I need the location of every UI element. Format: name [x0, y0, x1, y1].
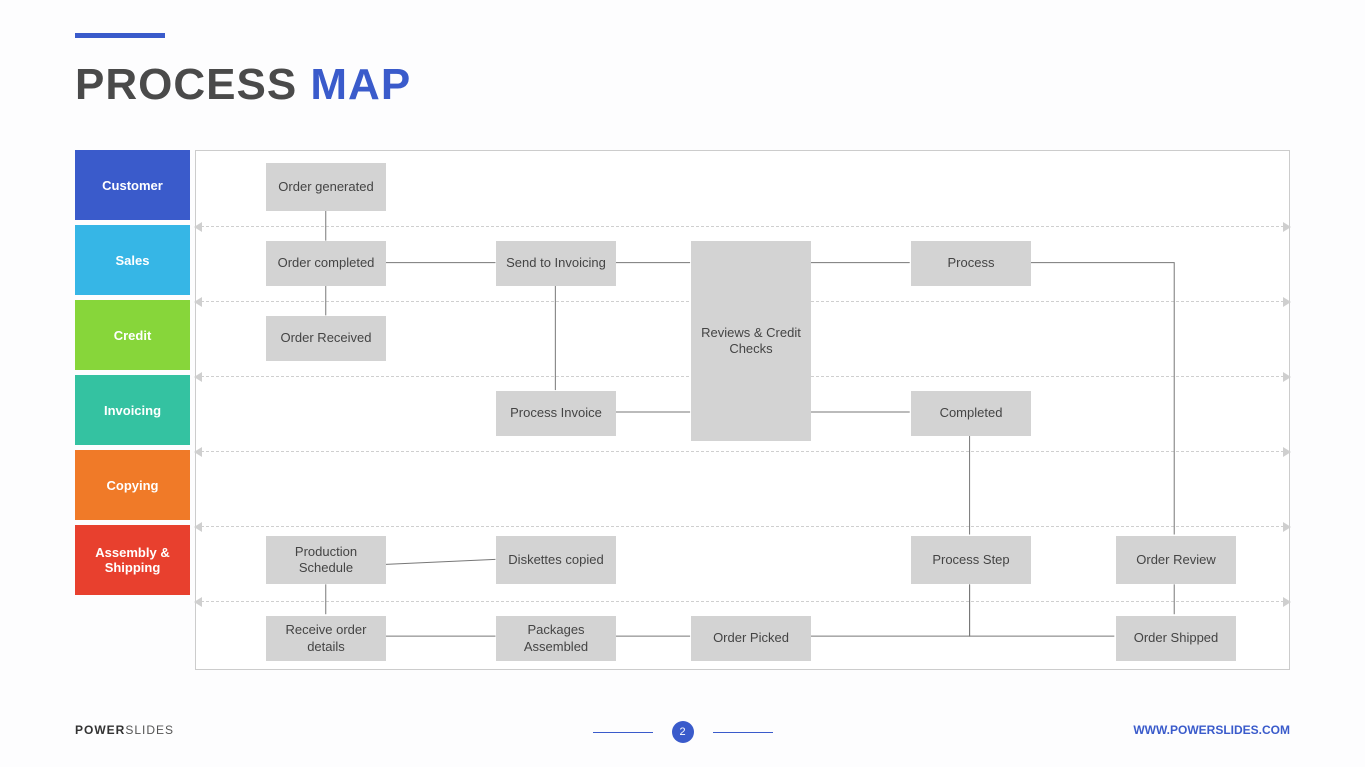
box-production-schedule: Production Schedule: [266, 536, 386, 584]
lane-shipping-label: Assembly & Shipping: [75, 525, 190, 595]
lane-invoicing-label: Invoicing: [75, 375, 190, 445]
footer-url: WWW.POWERSLIDES.COM: [1133, 723, 1290, 737]
box-process-invoice: Process Invoice: [496, 391, 616, 436]
footer-brand: POWERSLIDES: [75, 723, 174, 737]
box-completed: Completed: [911, 391, 1031, 436]
box-process-step: Process Step: [911, 536, 1031, 584]
box-order-review: Order Review: [1116, 536, 1236, 584]
box-receive-order-details: Receive order details: [266, 616, 386, 661]
page-number-badge: 2: [672, 721, 694, 743]
lane-sales-label: Sales: [75, 225, 190, 295]
page-title: PROCESS MAP: [75, 60, 411, 110]
box-order-shipped: Order Shipped: [1116, 616, 1236, 661]
lane-separator: [196, 601, 1289, 602]
lane-copying-label: Copying: [75, 450, 190, 520]
box-send-to-invoicing: Send to Invoicing: [496, 241, 616, 286]
slide: PROCESS MAP Customer Sales Credit Invoic…: [0, 0, 1365, 767]
box-packages-assembled: Packages Assembled: [496, 616, 616, 661]
box-reviews-credit-checks: Reviews & Credit Checks: [691, 241, 811, 441]
title-accent: [75, 33, 165, 38]
lane-separator: [196, 226, 1289, 227]
title-word-1: PROCESS: [75, 60, 297, 109]
box-order-picked: Order Picked: [691, 616, 811, 661]
footer-divider: [713, 732, 773, 733]
box-order-completed: Order completed: [266, 241, 386, 286]
lane-separator: [196, 526, 1289, 527]
box-diskettes-copied: Diskettes copied: [496, 536, 616, 584]
box-order-generated: Order generated: [266, 163, 386, 211]
lane-separator: [196, 451, 1289, 452]
lane-customer-label: Customer: [75, 150, 190, 220]
footer-brand-bold: POWER: [75, 723, 125, 737]
footer-divider: [593, 732, 653, 733]
lane-credit-label: Credit: [75, 300, 190, 370]
box-process: Process: [911, 241, 1031, 286]
footer-brand-light: SLIDES: [125, 723, 174, 737]
title-word-2: MAP: [310, 60, 411, 109]
swimlane-diagram: Order generated Order completed Send to …: [195, 150, 1290, 670]
box-order-received: Order Received: [266, 316, 386, 361]
